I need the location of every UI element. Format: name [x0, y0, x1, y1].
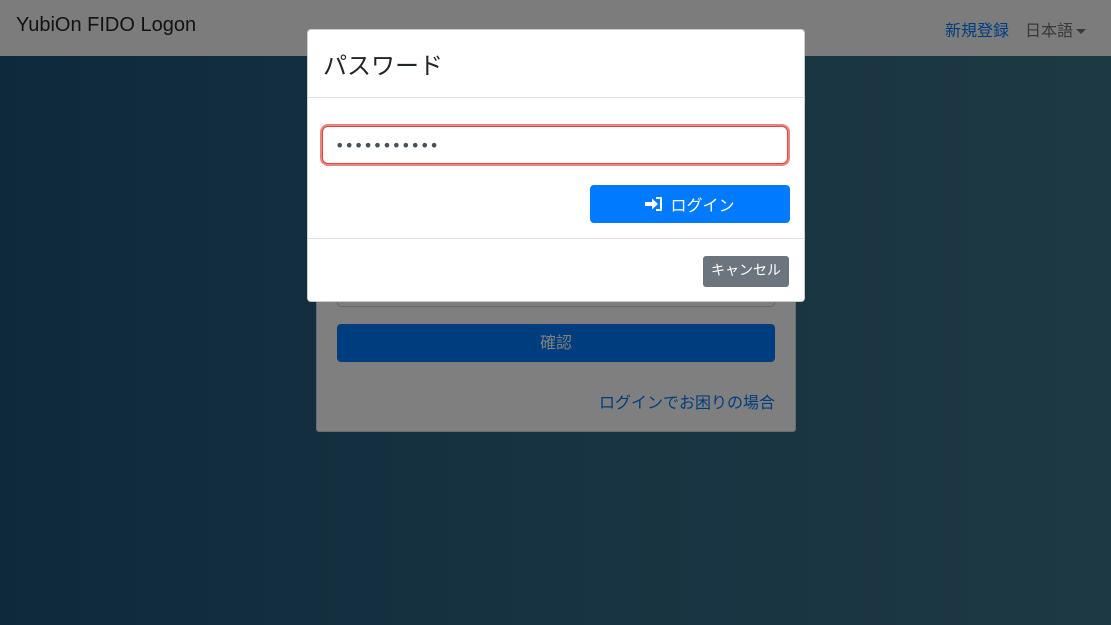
- password-input[interactable]: [322, 126, 788, 164]
- cancel-button[interactable]: キャンセル: [703, 256, 789, 287]
- password-modal: パスワード ログイン キャンセル: [307, 29, 805, 302]
- modal-header: パスワード: [308, 30, 804, 98]
- sign-in-icon: [645, 197, 663, 211]
- modal-footer: キャンセル: [308, 239, 804, 303]
- login-button[interactable]: ログイン: [590, 185, 790, 223]
- modal-body: ログイン: [308, 98, 804, 239]
- login-button-label: ログイン: [670, 196, 735, 215]
- modal-title: パスワード: [323, 52, 443, 80]
